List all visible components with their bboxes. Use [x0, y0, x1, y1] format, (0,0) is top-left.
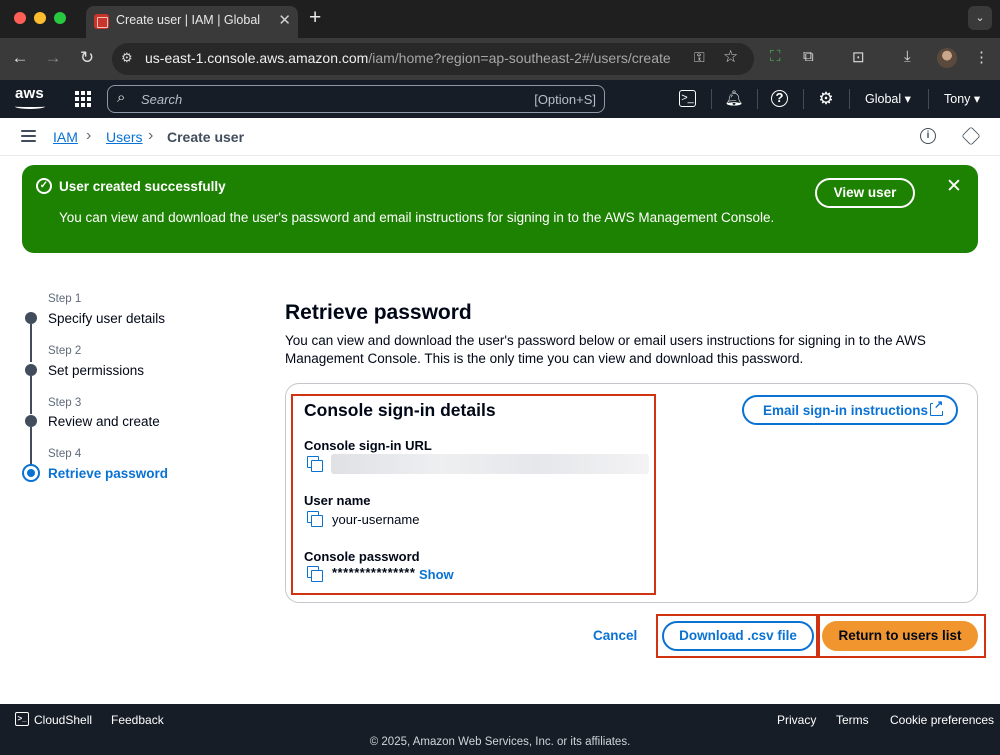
- flash-message: You can view and download the user's pas…: [59, 210, 775, 225]
- sign-in-url-value-redacted: [331, 454, 649, 474]
- step-1-number: Step 1: [48, 293, 82, 305]
- profile-avatar[interactable]: [937, 48, 957, 68]
- breadcrumb-current: Create user: [167, 129, 245, 145]
- step-2-dot: [25, 364, 37, 376]
- more-menu-icon[interactable]: ⋮: [974, 48, 989, 66]
- search-placeholder: Search: [141, 92, 183, 107]
- site-settings-icon[interactable]: ⚙: [121, 50, 133, 66]
- step-2-number: Step 2: [48, 345, 82, 357]
- account-menu[interactable]: Tony ▾: [944, 91, 980, 106]
- step-4-number: Step 4: [48, 448, 82, 460]
- bookmark-star-icon[interactable]: ☆: [723, 47, 738, 67]
- page-description: You can view and download the user's pas…: [285, 333, 926, 366]
- cancel-button[interactable]: Cancel: [593, 628, 637, 643]
- window-minimize-button[interactable]: [34, 12, 46, 24]
- step-3-number: Step 3: [48, 397, 82, 409]
- extensions-puzzle-icon[interactable]: ⧉: [803, 48, 814, 65]
- tab-close-icon[interactable]: ✕: [278, 11, 291, 29]
- external-link-icon: [930, 399, 944, 416]
- search-icon: ⌕: [117, 89, 126, 106]
- settings-gear-icon[interactable]: ⚙: [816, 89, 836, 109]
- copy-password-icon[interactable]: [307, 566, 323, 582]
- region-selector[interactable]: Global ▾: [865, 91, 911, 106]
- step-4-active-dot: [22, 464, 40, 482]
- tab-title: Create user | IAM | Global: [116, 13, 261, 27]
- card-title: Console sign-in details: [304, 400, 496, 420]
- sign-in-url-label: Console sign-in URL: [304, 438, 432, 453]
- breadcrumb: IAM › Users › Create user i: [0, 118, 1000, 156]
- console-footer: >_ CloudShell Feedback Privacy Terms Coo…: [0, 704, 1000, 755]
- extension-frame-icon[interactable]: ⛶: [770, 48, 781, 65]
- cookie-preferences-link[interactable]: Cookie preferences: [890, 713, 994, 727]
- step-4-title: Retrieve password: [48, 466, 169, 481]
- cloudshell-footer-icon[interactable]: >_: [15, 712, 29, 726]
- menu-hamburger-icon[interactable]: [21, 130, 36, 142]
- username-label: User name: [304, 493, 371, 508]
- info-icon[interactable]: i: [920, 128, 936, 144]
- email-sign-in-instructions-button[interactable]: Email sign-in instructions: [742, 395, 958, 425]
- password-key-icon[interactable]: ⚿: [694, 49, 705, 66]
- show-password-link[interactable]: Show: [419, 567, 454, 582]
- step-3-dot: [25, 415, 37, 427]
- chevron-right-icon: ›: [86, 127, 92, 144]
- return-to-users-list-button[interactable]: Return to users list: [822, 621, 978, 651]
- aws-logo[interactable]: aws: [15, 85, 45, 109]
- breadcrumb-iam[interactable]: IAM: [53, 129, 78, 145]
- back-arrow-icon[interactable]: ←: [9, 47, 31, 69]
- copy-url-icon[interactable]: [307, 456, 323, 472]
- terms-link[interactable]: Terms: [836, 713, 869, 727]
- tab-search-chevron-icon[interactable]: ⌄: [968, 6, 992, 30]
- step-3-title[interactable]: Review and create: [48, 414, 160, 429]
- reload-icon[interactable]: ↻: [76, 47, 98, 69]
- email-button-label: Email sign-in instructions: [763, 403, 929, 418]
- password-value-masked: ***************: [332, 565, 416, 580]
- search-input[interactable]: ⌕ Search [Option+S]: [107, 85, 605, 113]
- help-icon[interactable]: ?: [771, 90, 788, 107]
- breadcrumb-users[interactable]: Users: [106, 129, 143, 145]
- forward-arrow-icon[interactable]: →: [42, 47, 64, 69]
- password-label: Console password: [304, 549, 420, 564]
- download-icon[interactable]: ⤓: [904, 48, 911, 65]
- chevron-right-icon: ›: [148, 127, 154, 144]
- step-1-title[interactable]: Specify user details: [48, 311, 165, 326]
- step-1-dot: [25, 312, 37, 324]
- username-value: your-username: [332, 512, 420, 527]
- step-2-title[interactable]: Set permissions: [48, 363, 144, 378]
- aws-top-nav: aws ⌕ Search [Option+S] >_ 🔔︎ ? ⚙ Global…: [0, 80, 1000, 118]
- page-title: Retrieve password: [285, 301, 472, 324]
- notifications-bell-icon[interactable]: 🔔︎: [724, 89, 744, 109]
- flash-title: User created successfully: [59, 179, 226, 194]
- services-grid-icon[interactable]: [75, 91, 91, 107]
- iam-favicon-icon: [94, 14, 109, 29]
- search-shortcut-hint: [Option+S]: [534, 92, 596, 107]
- dismiss-close-icon[interactable]: ✕: [946, 175, 962, 198]
- cloudshell-link[interactable]: CloudShell: [34, 713, 92, 727]
- view-user-button[interactable]: View user: [815, 178, 915, 208]
- browser-tab[interactable]: Create user | IAM | Global ✕: [86, 6, 298, 38]
- browser-tab-bar: Create user | IAM | Global ✕ + ⌄: [0, 0, 1000, 38]
- hexagon-settings-icon[interactable]: [961, 126, 981, 146]
- browser-toolbar: ← → ↻ ⚙ us-east-1.console.aws.amazon.com…: [0, 38, 1000, 80]
- url-text: us-east-1.console.aws.amazon.com/iam/hom…: [145, 50, 671, 66]
- copyright-text: © 2025, Amazon Web Services, Inc. or its…: [369, 736, 631, 748]
- privacy-link[interactable]: Privacy: [777, 713, 816, 727]
- screenshot-icon[interactable]: ⊡: [852, 48, 865, 66]
- new-tab-button[interactable]: +: [309, 6, 321, 30]
- cloudshell-icon[interactable]: >_: [679, 90, 696, 107]
- copy-username-icon[interactable]: [307, 511, 323, 527]
- window-zoom-button[interactable]: [54, 12, 66, 24]
- success-check-icon: ✓: [36, 178, 52, 194]
- address-bar[interactable]: ⚙ us-east-1.console.aws.amazon.com/iam/h…: [112, 43, 754, 75]
- success-flashbar: ✓ User created successfully You can view…: [22, 165, 978, 253]
- download-csv-button[interactable]: Download .csv file: [662, 621, 814, 651]
- window-close-button[interactable]: [14, 12, 26, 24]
- feedback-link[interactable]: Feedback: [111, 713, 164, 727]
